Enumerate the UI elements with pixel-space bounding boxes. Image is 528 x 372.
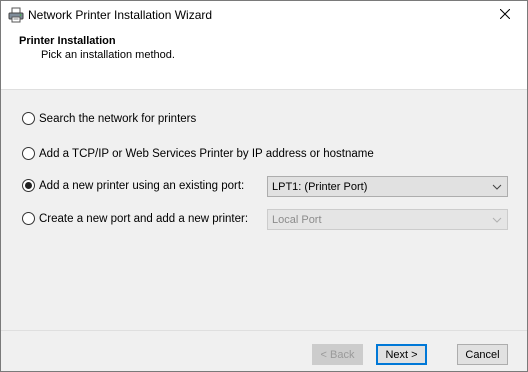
chevron-down-icon: [492, 182, 502, 192]
option-tcpip[interactable]: Add a TCP/IP or Web Services Printer by …: [22, 147, 374, 160]
cancel-button[interactable]: Cancel: [457, 344, 508, 365]
back-button: < Back: [312, 344, 363, 365]
page-subtitle: Pick an installation method.: [41, 49, 175, 61]
option-label: Search the network for printers: [39, 112, 197, 125]
new-port-value: Local Port: [272, 213, 322, 226]
chevron-down-icon: [492, 215, 502, 225]
window-title: Network Printer Installation Wizard: [28, 8, 213, 22]
option-label: Create a new port and add a new printer:: [39, 212, 249, 225]
existing-port-value: LPT1: (Printer Port): [272, 180, 368, 193]
radio-existing-port[interactable]: [22, 179, 35, 192]
option-label: Add a new printer using an existing port…: [39, 179, 245, 192]
title-bar[interactable]: Network Printer Installation Wizard: [1, 1, 527, 30]
existing-port-select[interactable]: LPT1: (Printer Port): [267, 176, 508, 197]
next-button[interactable]: Next >: [376, 344, 427, 365]
close-icon: [499, 8, 511, 22]
close-button[interactable]: [483, 1, 527, 30]
option-search-network[interactable]: Search the network for printers: [22, 112, 196, 125]
wizard-header: Printer Installation Pick an installatio…: [1, 30, 527, 90]
radio-selected-dot: [25, 182, 32, 189]
option-new-port[interactable]: Create a new port and add a new printer:: [22, 212, 248, 225]
footer-divider: [1, 330, 527, 331]
new-port-select: Local Port: [267, 209, 508, 230]
option-existing-port[interactable]: Add a new printer using an existing port…: [22, 179, 244, 192]
option-label: Add a TCP/IP or Web Services Printer by …: [39, 147, 374, 160]
radio-new-port[interactable]: [22, 212, 35, 225]
page-title: Printer Installation: [19, 35, 116, 47]
radio-tcpip[interactable]: [22, 147, 35, 160]
radio-search-network[interactable]: [22, 112, 35, 125]
printer-icon: [8, 7, 24, 23]
wizard-window: Network Printer Installation Wizard Prin…: [0, 0, 528, 372]
